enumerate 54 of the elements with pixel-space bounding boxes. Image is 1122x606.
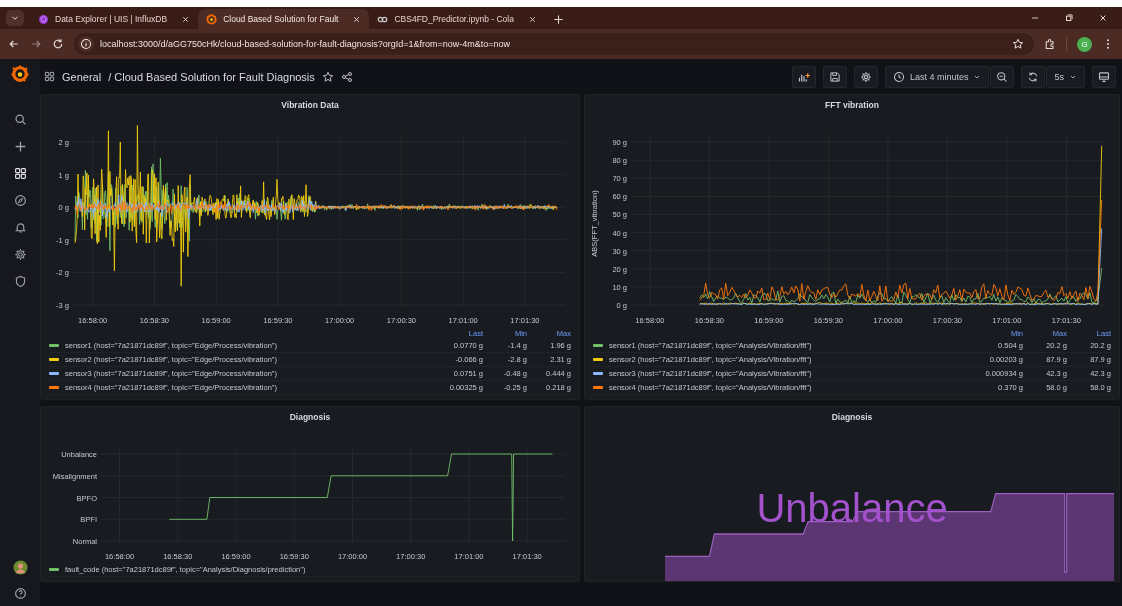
- panel-title[interactable]: Diagnosis: [289, 407, 331, 426]
- info-icon[interactable]: [78, 36, 94, 52]
- dashboard-title: / Cloud Based Solution for Fault Diagnosis: [108, 70, 315, 83]
- refresh-button[interactable]: [1021, 65, 1046, 88]
- back-icon[interactable]: [8, 38, 20, 50]
- zoom-out-button[interactable]: [990, 65, 1015, 88]
- settings-icon[interactable]: [13, 248, 27, 261]
- bookmark-star-icon[interactable]: [1012, 38, 1024, 50]
- logo-icon[interactable]: [11, 65, 29, 83]
- star-icon[interactable]: [321, 70, 334, 83]
- gear-favicon-icon: [206, 13, 218, 25]
- zoom-out-icon: [996, 70, 1009, 83]
- close-icon[interactable]: [1098, 13, 1108, 23]
- extensions-icon[interactable]: [1044, 38, 1056, 50]
- close-icon[interactable]: [352, 14, 362, 24]
- refresh-icon: [1027, 70, 1040, 83]
- dashboards-icon[interactable]: [13, 167, 27, 180]
- browser-tab[interactable]: Cloud Based Solution for Fault: [198, 9, 370, 29]
- panel-title[interactable]: Vibration Data: [281, 95, 339, 114]
- breadcrumb-link[interactable]: General: [62, 70, 102, 83]
- hexagon-favicon-icon: [38, 13, 49, 25]
- settings-button[interactable]: [853, 65, 878, 88]
- panel-title[interactable]: FFT vibration: [825, 95, 879, 114]
- close-icon[interactable]: [181, 14, 191, 24]
- save-button[interactable]: [822, 65, 847, 88]
- view-mode-button[interactable]: [1092, 65, 1116, 88]
- user-avatar-icon[interactable]: [12, 560, 28, 575]
- bar-chart-plus-icon: [797, 70, 810, 83]
- plus-icon[interactable]: [13, 140, 27, 153]
- stat-value: Unbalance: [756, 486, 948, 531]
- help-icon[interactable]: [13, 587, 27, 600]
- new-tab-icon[interactable]: [552, 14, 564, 25]
- refresh-interval-picker[interactable]: 5s: [1046, 65, 1085, 88]
- time-range-picker[interactable]: Last 4 minutes: [884, 65, 990, 88]
- restore-icon[interactable]: [1064, 13, 1074, 23]
- panel-title[interactable]: Diagnosis: [831, 407, 873, 426]
- clock-icon: [892, 70, 905, 83]
- dashboards-icon: [44, 71, 55, 82]
- browser-tab[interactable]: Data Explorer | UIS | InfluxDB: [30, 9, 199, 29]
- reload-icon[interactable]: [52, 38, 64, 50]
- close-icon[interactable]: [527, 14, 537, 24]
- compass-icon[interactable]: [13, 194, 27, 207]
- address-field[interactable]: localhost:3000/d/aGG750cHk/cloud-based-solution-for-fault-diagnosis?orgId=1&from=now-4m&to=now: [74, 33, 1034, 55]
- tab-list-button[interactable]: [6, 10, 24, 26]
- add-panel-button[interactable]: [791, 65, 816, 88]
- shield-icon[interactable]: [13, 275, 27, 288]
- settings-icon: [859, 70, 872, 83]
- monitor-icon: [1098, 70, 1110, 83]
- browser-tab[interactable]: CBS4FD_Predictor.ipynb - Cola: [369, 9, 545, 29]
- forward-icon[interactable]: [30, 38, 42, 50]
- search-icon[interactable]: [13, 113, 27, 126]
- save-icon: [828, 70, 841, 83]
- share-icon[interactable]: [340, 70, 353, 83]
- bell-icon[interactable]: [13, 221, 27, 234]
